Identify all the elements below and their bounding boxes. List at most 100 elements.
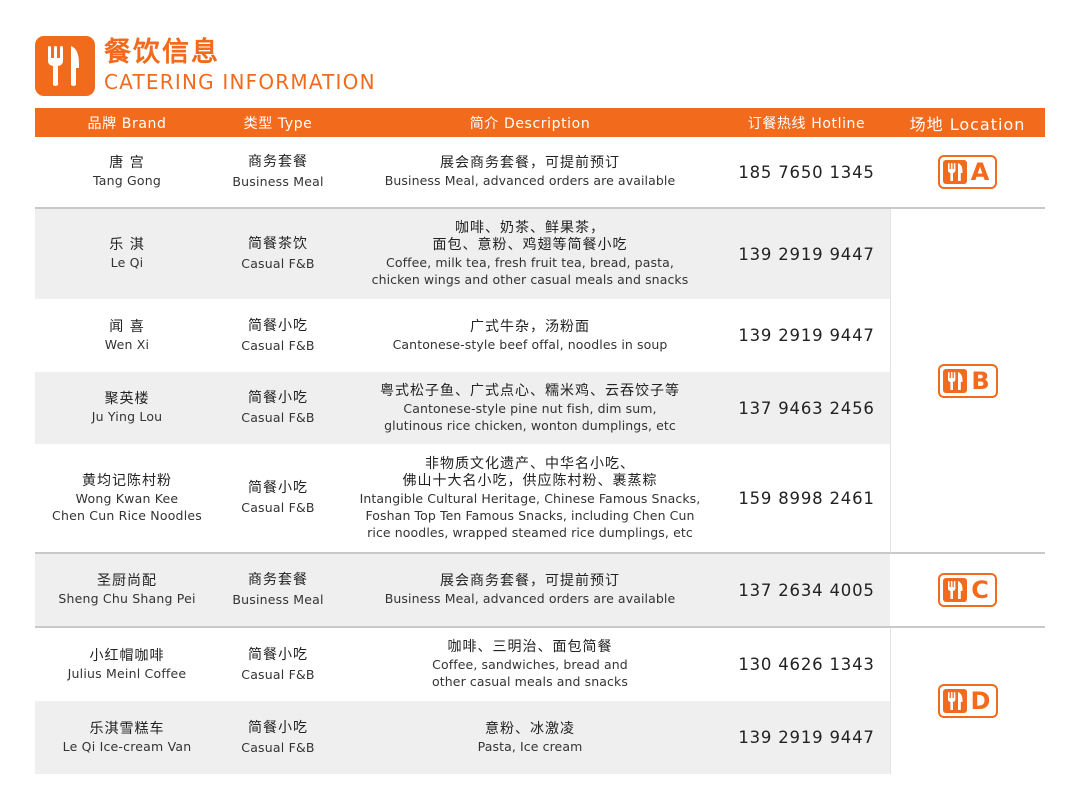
description-cell: 非物质文化遗产、中华名小吃、 佛山十大名小吃，供应陈村粉、裹蒸粽 Intangibl… (337, 456, 723, 541)
brand-name-en: Le Qi Ice-cream Van (62, 738, 192, 754)
description-en: Business Meal, advanced orders are avail… (384, 591, 676, 606)
description-en: Intangible Cultural Heritage, Chinese Fa… (359, 490, 701, 506)
description-en: Pasta, Ice cream (477, 738, 583, 754)
type-cell: 简餐小吃 Casual F&B (219, 318, 337, 354)
location-badge: A (937, 155, 998, 189)
type-cell: 简餐小吃 Casual F&B (219, 480, 337, 516)
description-en: Foshan Top Ten Famous Snacks, including … (365, 507, 695, 523)
hotline-number: 139 2919 9447 (738, 244, 875, 264)
hotline-number: 139 2919 9447 (738, 728, 875, 747)
brand-name-zh: 乐淇雪糕车 (89, 720, 165, 737)
hotline-number: 137 9463 2456 (738, 398, 875, 418)
table-row: 闻 喜 Wen Xi 简餐小吃 Casual F&B 广式牛杂，汤粉面 Cantonese… (35, 299, 890, 372)
type-cell: 商务套餐 Business Meal (219, 154, 337, 190)
table-row: 乐淇雪糕车 Le Qi Ice-cream Van 简餐小吃 Casual F&B 意粉… (35, 701, 890, 774)
description-cell: 展会商务套餐，可提前预订 Business Meal, advanced orde… (337, 155, 723, 189)
location-badge: D (937, 684, 999, 718)
type-zh: 简餐小吃 (248, 317, 308, 334)
column-header-brand: 品牌 Brand (87, 115, 167, 132)
description-zh: 粤式松子鱼、广式点心、糯米鸡、云吞饺子等 (380, 382, 680, 399)
brand-cell: 唐 宫 Tang Gong (35, 155, 219, 189)
column-header-location: 场地 Location (909, 114, 1026, 134)
page-header: 餐饮信息 CATERING INFORMATION (35, 35, 376, 97)
brand-name-zh: 圣厨尚配 (97, 573, 157, 589)
description-zh: 咖啡、奶茶、鲜果茶， (455, 220, 605, 236)
table-body: 唐 宫 Tang Gong 商务套餐 Business Meal 展会商务套餐，可提前预… (35, 137, 1045, 774)
brand-name-en: Tang Gong (92, 173, 162, 188)
description-zh: 面包、意粉、鸡翅等简餐小吃 (432, 237, 628, 253)
hotline-number: 137 2634 4005 (738, 580, 875, 600)
type-zh: 简餐小吃 (248, 390, 308, 406)
fork-knife-icon (35, 36, 95, 96)
type-en: Casual F&B (241, 739, 315, 755)
description-zh: 意粉、冰激凌 (485, 720, 575, 737)
description-en: Coffee, milk tea, fresh fruit tea, bread… (386, 255, 674, 270)
type-zh: 简餐小吃 (248, 646, 308, 663)
brand-name-zh: 乐 淇 (109, 237, 145, 253)
description-cell: 意粉、冰激凌 Pasta, Ice cream (337, 721, 723, 755)
type-en: Business Meal (232, 592, 324, 607)
description-zh: 广式牛杂，汤粉面 (470, 318, 590, 335)
fork-knife-icon (943, 368, 968, 393)
type-cell: 简餐小吃 Casual F&B (219, 390, 337, 426)
brand-cell: 乐淇雪糕车 Le Qi Ice-cream Van (35, 721, 219, 755)
brand-name-zh: 聚英楼 (104, 391, 150, 407)
fork-knife-icon (942, 689, 967, 713)
table-header: 品牌 Brand 类型 Type 简介 Description 订餐热线 Hot… (35, 108, 1045, 137)
description-cell: 展会商务套餐，可提前预订 Business Meal, advanced orde… (337, 573, 723, 607)
table-row: 黄均记陈村粉 Wong Kwan Kee Chen Cun Rice Noodles… (35, 444, 890, 554)
type-cell: 简餐小吃 Casual F&B (219, 720, 337, 756)
brand-cell: 聚英楼 Ju Ying Lou (35, 391, 219, 425)
brand-name-zh: 黄均记陈村粉 (82, 472, 172, 489)
table-row: 圣厨尚配 Sheng Chu Shang Pei 商务套餐 Business Meal… (35, 554, 890, 628)
brand-name-en: Ju Ying Lou (91, 409, 163, 424)
brand-name-en: Le Qi (110, 255, 144, 270)
type-cell: 简餐小吃 Casual F&B (219, 647, 337, 683)
type-zh: 商务套餐 (248, 154, 308, 170)
brand-name-zh: 闻 喜 (109, 318, 145, 335)
description-en: Cantonese-style pine nut fish, dim sum, (403, 400, 657, 416)
description-en: Coffee, sandwiches, bread and (432, 657, 628, 672)
brand-name-zh: 小红帽咖啡 (89, 647, 165, 664)
brand-cell: 闻 喜 Wen Xi (35, 319, 219, 353)
type-cell: 商务套餐 Business Meal (219, 572, 337, 608)
brand-cell: 黄均记陈村粉 Wong Kwan Kee Chen Cun Rice Noodles (35, 473, 219, 524)
column-header-type: 类型 Type (243, 115, 313, 132)
location-cell: A (890, 137, 1045, 209)
description-cell: 咖啡、奶茶、鲜果茶， 面包、意粉、鸡翅等简餐小吃 Coffee, milk tea,… (337, 220, 723, 288)
type-en: Casual F&B (241, 337, 315, 353)
brand-name-en: Wong Kwan Kee (75, 490, 179, 506)
description-en: rice noodles, wrapped steamed rice dumpl… (367, 524, 693, 540)
fork-knife-icon (942, 160, 967, 184)
type-en: Casual F&B (241, 666, 315, 682)
table-row: 小红帽咖啡 Julius Meinl Coffee 简餐小吃 Casual F&B 咖啡… (35, 628, 890, 701)
type-zh: 简餐小吃 (248, 719, 308, 736)
description-cell: 粤式松子鱼、广式点心、糯米鸡、云吞饺子等 Cantonese-style pine… (337, 383, 723, 434)
location-cell: D (890, 628, 1045, 774)
description-zh: 非物质文化遗产、中华名小吃、 (425, 455, 635, 472)
brand-name-zh: 唐 宫 (109, 155, 145, 171)
type-en: Casual F&B (241, 256, 315, 271)
location-letter: B (971, 366, 990, 395)
catering-table: 品牌 Brand 类型 Type 简介 Description 订餐热线 Hot… (35, 108, 1045, 774)
column-header-hotline: 订餐热线 Hotline (747, 115, 866, 132)
description-zh: 佛山十大名小吃，供应陈村粉、裹蒸粽 (402, 472, 658, 489)
type-en: Casual F&B (241, 500, 315, 515)
brand-name-en: Sheng Chu Shang Pei (58, 591, 196, 606)
brand-cell: 圣厨尚配 Sheng Chu Shang Pei (35, 573, 219, 607)
page-title-zh: 餐饮信息 (104, 37, 220, 68)
location-letter: C (971, 576, 989, 604)
type-zh: 商务套餐 (248, 572, 308, 588)
type-zh: 简餐小吃 (248, 480, 308, 496)
description-en: chicken wings and other casual meals and… (371, 272, 689, 287)
hotline-number: 159 8998 2461 (738, 488, 875, 508)
brand-name-en: Wen Xi (104, 336, 150, 352)
description-en: Cantonese-style beef offal, noodles in s… (392, 336, 668, 352)
location-cell: C (890, 554, 1045, 628)
location-letter: A (970, 158, 990, 186)
hotline-number: 139 2919 9447 (738, 326, 875, 345)
type-cell: 简餐茶饮 Casual F&B (219, 236, 337, 272)
title-block: 餐饮信息 CATERING INFORMATION (104, 37, 376, 95)
fork-knife-icon (943, 578, 968, 602)
brand-name-en: Chen Cun Rice Noodles (52, 507, 202, 523)
